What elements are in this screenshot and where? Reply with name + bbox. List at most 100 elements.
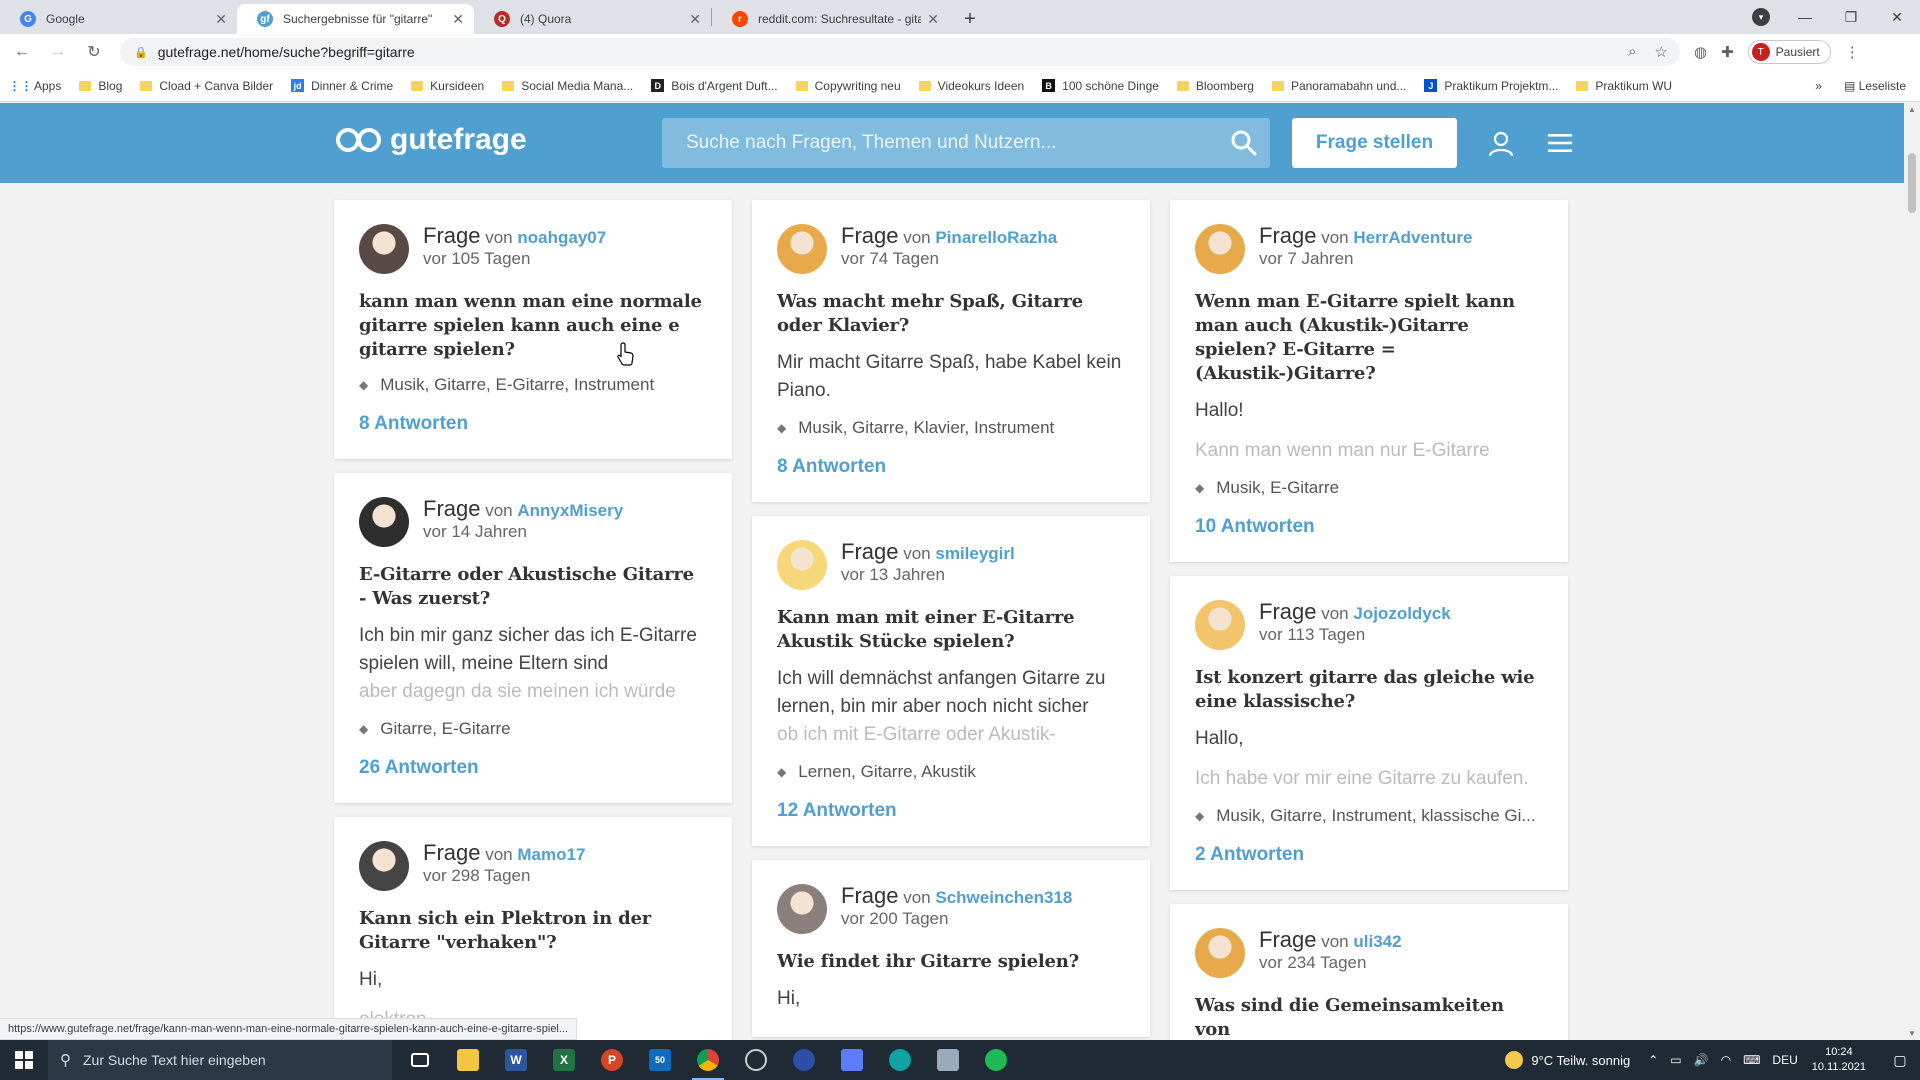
- answers-link[interactable]: 10 Antworten: [1195, 516, 1542, 538]
- mail-icon[interactable]: 50: [636, 1040, 684, 1080]
- browser-tab[interactable]: G Google ✕: [0, 4, 237, 34]
- weather-widget[interactable]: 9°C Teilw. sonnig: [1505, 1051, 1630, 1069]
- question-title[interactable]: Wenn man E-Gitarre spielt kann man auch …: [1195, 290, 1542, 386]
- keyboard-icon[interactable]: ⌨: [1743, 1053, 1760, 1067]
- scroll-down-icon[interactable]: ▼: [1908, 1029, 1916, 1038]
- author-link[interactable]: AnnyxMisery: [517, 501, 623, 520]
- tags-text[interactable]: Musik, E-Gitarre: [1216, 478, 1339, 498]
- browser-tab[interactable]: r reddit.com: Suchresultate - gitarre ✕: [712, 4, 949, 34]
- gutefrage-logo[interactable]: gutefrage: [336, 123, 527, 157]
- hamburger-menu-icon[interactable]: [1548, 133, 1572, 153]
- author-link[interactable]: HerrAdventure: [1353, 228, 1472, 247]
- author-link[interactable]: PinarelloRazha: [935, 228, 1057, 247]
- tags-text[interactable]: Musik, Gitarre, Instrument, klassische G…: [1216, 806, 1535, 826]
- bookmark-item[interactable]: ⋮⋮ Apps: [9, 79, 62, 93]
- bookmark-item[interactable]: Cload + Canva Bilder: [140, 79, 273, 93]
- clock[interactable]: 10:24 10.11.2021: [1812, 1045, 1866, 1075]
- tags-text[interactable]: Musik, Gitarre, Klavier, Instrument: [798, 418, 1054, 438]
- bookmark-item[interactable]: J Praktikum Projektm...: [1424, 79, 1558, 93]
- extensions-puzzle-icon[interactable]: ✚: [1721, 43, 1734, 61]
- answers-link[interactable]: 8 Antworten: [777, 456, 1124, 478]
- tags-text[interactable]: Gitarre, E-Gitarre: [380, 719, 510, 739]
- bookmark-item[interactable]: Bloomberg: [1176, 79, 1254, 93]
- bookmark-star-icon[interactable]: ☆: [1655, 43, 1668, 61]
- question-card[interactable]: Frage von smileygirl vor 13 Jahren Kann ma…: [752, 516, 1150, 846]
- address-bar[interactable]: 🔒 gutefrage.net/home/suche?begriff=gitar…: [120, 38, 1680, 66]
- edge-icon[interactable]: [876, 1040, 924, 1080]
- word-icon[interactable]: W: [492, 1040, 540, 1080]
- bookmark-item[interactable]: jd Dinner & Crime: [291, 79, 393, 93]
- file-explorer-icon[interactable]: [444, 1040, 492, 1080]
- bookmark-item[interactable]: Blog: [79, 79, 122, 93]
- page-scrollbar[interactable]: ▲ ▼: [1904, 103, 1920, 1040]
- zoom-icon[interactable]: ⌕: [1628, 43, 1636, 61]
- app-wave-icon[interactable]: [780, 1040, 828, 1080]
- question-title[interactable]: Kann man mit einer E-Gitarre Akustik Stü…: [777, 606, 1124, 654]
- spotify-icon[interactable]: [972, 1040, 1020, 1080]
- author-link[interactable]: Jojozoldyck: [1353, 604, 1450, 623]
- bookmark-item[interactable]: Copywriting neu: [795, 79, 901, 93]
- site-search-input[interactable]: Suche nach Fragen, Themen und Nutzern...: [662, 118, 1270, 168]
- lock-icon[interactable]: 🔒: [134, 46, 148, 59]
- battery-icon[interactable]: ▭: [1670, 1053, 1681, 1067]
- tab-close-icon[interactable]: ✕: [927, 11, 939, 28]
- author-link[interactable]: uli342: [1353, 932, 1401, 951]
- question-card[interactable]: Frage von Schweinchen318 vor 200 Tagen Wie…: [752, 860, 1150, 1037]
- question-title[interactable]: Was sind die Gemeinsamkeiten von: [1195, 994, 1542, 1040]
- author-link[interactable]: smileygirl: [935, 544, 1014, 563]
- app-document-icon[interactable]: [924, 1040, 972, 1080]
- extension-icon[interactable]: ◍: [1694, 43, 1707, 61]
- question-card[interactable]: Frage von Mamo17 vor 298 Tagen Kann sich e…: [334, 817, 732, 1040]
- question-title[interactable]: Ist konzert gitarre das gleiche wie eine…: [1195, 666, 1542, 714]
- browser-tab[interactable]: gf Suchergebnisse für "gitarre" ✕: [237, 4, 474, 34]
- answers-link[interactable]: 12 Antworten: [777, 800, 1124, 822]
- forward-icon[interactable]: →: [44, 38, 72, 66]
- ask-question-button[interactable]: Frage stellen: [1292, 118, 1457, 168]
- author-link[interactable]: noahgay07: [517, 228, 606, 247]
- scrollbar-thumb[interactable]: [1908, 153, 1916, 213]
- user-icon[interactable]: [1488, 131, 1514, 157]
- scroll-up-icon[interactable]: ▲: [1908, 105, 1916, 114]
- windows-start-icon[interactable]: [0, 1040, 48, 1080]
- taskbar-search-input[interactable]: ⚲ Zur Suche Text hier eingeben: [48, 1040, 392, 1080]
- new-tab-icon[interactable]: +: [955, 4, 985, 34]
- notification-icon[interactable]: ▢: [1880, 1052, 1920, 1069]
- bookmark-item[interactable]: B 100 schöne Dinge: [1042, 79, 1159, 93]
- more-bookmarks-icon[interactable]: »: [1815, 79, 1822, 93]
- avatar[interactable]: [359, 497, 409, 547]
- language-indicator[interactable]: DEU: [1772, 1053, 1797, 1067]
- tab-close-icon[interactable]: ✕: [215, 11, 227, 28]
- bookmark-item[interactable]: D Bois d'Argent Duft...: [651, 79, 778, 93]
- profile-button[interactable]: T Pausiert: [1747, 40, 1831, 64]
- question-title[interactable]: Was macht mehr Spaß, Gitarre oder Klavie…: [777, 290, 1124, 338]
- restore-icon[interactable]: ❐: [1828, 0, 1874, 34]
- question-card[interactable]: Frage von PinarelloRazha vor 74 Tagen Was …: [752, 200, 1150, 502]
- question-card[interactable]: Frage von AnnyxMisery vor 14 Jahren E-Gita…: [334, 473, 732, 803]
- excel-icon[interactable]: X: [540, 1040, 588, 1080]
- avatar[interactable]: [777, 884, 827, 934]
- app-image-icon[interactable]: [828, 1040, 876, 1080]
- reload-icon[interactable]: ↻: [80, 38, 108, 66]
- tab-close-icon[interactable]: ✕: [689, 11, 701, 28]
- tray-chevron-icon[interactable]: ⌃: [1648, 1053, 1658, 1067]
- browser-menu-icon[interactable]: ⋮: [1845, 43, 1860, 61]
- powerpoint-icon[interactable]: P: [588, 1040, 636, 1080]
- wifi-icon[interactable]: ◠: [1721, 1053, 1731, 1067]
- minimize-icon[interactable]: —: [1782, 0, 1828, 34]
- bookmark-item[interactable]: Social Media Mana...: [502, 79, 633, 93]
- avatar[interactable]: [1195, 928, 1245, 978]
- bookmark-item[interactable]: Videokurs Ideen: [918, 79, 1024, 93]
- avatar[interactable]: [777, 540, 827, 590]
- question-card[interactable]: Frage von HerrAdventure vor 7 Jahren Wenn …: [1170, 200, 1568, 562]
- avatar[interactable]: [359, 224, 409, 274]
- avatar[interactable]: [1195, 600, 1245, 650]
- avatar[interactable]: [359, 841, 409, 891]
- bookmark-item[interactable]: Praktikum WU: [1576, 79, 1672, 93]
- close-window-icon[interactable]: ✕: [1874, 0, 1920, 34]
- tags-text[interactable]: Musik, Gitarre, E-Gitarre, Instrument: [380, 375, 654, 395]
- task-view-icon[interactable]: [396, 1040, 444, 1080]
- answers-link[interactable]: 8 Antworten: [359, 413, 706, 435]
- avatar[interactable]: [1195, 224, 1245, 274]
- back-icon[interactable]: ←: [8, 38, 36, 66]
- question-title[interactable]: Wie findet ihr Gitarre spielen?: [777, 950, 1124, 974]
